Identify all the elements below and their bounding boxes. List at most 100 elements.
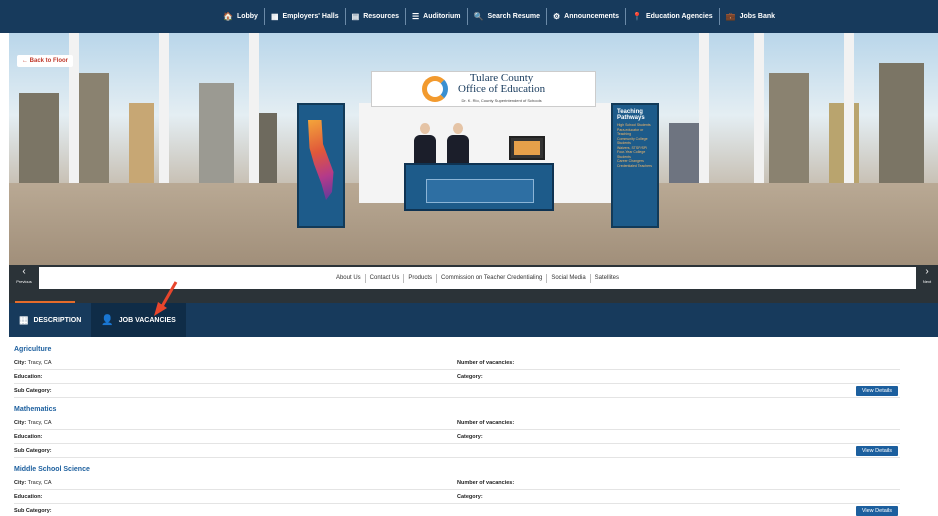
job-title-link[interactable]: Middle School Science xyxy=(14,466,900,476)
job-vacancies: Number of vacancies: xyxy=(457,359,515,366)
booth-menu-item[interactable]: About Us xyxy=(332,274,365,283)
job-row: Education: Category: xyxy=(14,490,900,504)
job-title-link[interactable]: Mathematics xyxy=(14,406,900,416)
nav-item-announcements[interactable]: ⚙ Announcements xyxy=(546,8,625,25)
booth-title: Tulare County Office of Education Dr. K.… xyxy=(458,71,546,106)
map-pin-icon: 📍 xyxy=(632,12,642,21)
nav-item-education-agencies[interactable]: 📍 Education Agencies xyxy=(625,8,719,25)
pathway-item[interactable]: Para-educator or Teaching xyxy=(617,128,657,137)
booth-menu-item[interactable]: Satellites xyxy=(589,273,623,283)
booth-sign: Tulare County Office of Education Dr. K.… xyxy=(371,71,596,107)
window-frame xyxy=(699,33,709,183)
booth-menu-item[interactable]: Commission on Teacher Credentialing xyxy=(436,273,546,283)
booth-scene: ← Back to Floor Tulare County Office of … xyxy=(9,33,938,265)
gear-icon: ⚙ xyxy=(553,12,561,21)
nav-label: Resources xyxy=(363,13,399,20)
job-item: Agriculture City: Tracy, CA Number of va… xyxy=(14,346,900,406)
teaching-pathways-panel[interactable]: Teaching Pathways High School Students Pa… xyxy=(611,103,659,228)
booth-menu-item[interactable]: Contact Us xyxy=(364,273,404,283)
chevron-right-icon: › xyxy=(925,266,929,277)
tab-description[interactable]: ▦ DESCRIPTION xyxy=(9,303,91,337)
tab-bar: ▦ DESCRIPTION 👤 JOB VACANCIES xyxy=(9,303,938,337)
skyline-building xyxy=(79,73,109,183)
previous-booth-button[interactable]: ‹ Previous xyxy=(9,265,39,291)
skyline-building xyxy=(769,73,809,183)
job-sub-category: Sub Category: xyxy=(14,387,52,394)
job-row: Sub Category: View Details xyxy=(14,444,900,458)
next-label: Next xyxy=(922,279,932,284)
annotation-arrow-icon xyxy=(154,281,178,316)
job-row: City: Tracy, CA Number of vacancies: xyxy=(14,416,900,430)
job-sub-category: Sub Category: xyxy=(14,447,52,454)
booth-counter xyxy=(404,163,554,211)
booth-representative[interactable] xyxy=(414,123,436,166)
job-vacancies-list: Agriculture City: Tracy, CA Number of va… xyxy=(14,346,900,516)
job-category: Category: xyxy=(457,373,483,380)
view-details-button[interactable]: View Details xyxy=(855,446,898,456)
nav-item-jobs-bank[interactable]: 💼 Jobs Bank xyxy=(718,8,781,25)
pathway-item[interactable]: Credentialed Teachers xyxy=(617,164,657,169)
job-row: Sub Category: View Details xyxy=(14,504,900,516)
list-icon: ☰ xyxy=(412,12,420,21)
building-icon: ▦ xyxy=(19,314,29,326)
building-icon: ▦ xyxy=(270,12,279,21)
briefcase-icon: 💼 xyxy=(725,12,736,21)
job-education: Education: xyxy=(14,433,43,440)
chevron-left-icon: ‹ xyxy=(22,266,26,277)
nav-item-auditorium[interactable]: ☰ Auditorium xyxy=(405,8,467,25)
job-education: Education: xyxy=(14,373,43,380)
booth-menu-item[interactable]: Products xyxy=(403,273,436,283)
next-booth-button[interactable]: › Next xyxy=(916,265,938,291)
job-city: City: Tracy, CA xyxy=(14,419,52,426)
window-frame xyxy=(754,33,764,183)
california-map-icon xyxy=(308,120,334,200)
pathway-item[interactable]: Community College Students xyxy=(617,137,657,146)
job-row: Education: Category: xyxy=(14,370,900,384)
skyline-building xyxy=(199,83,234,183)
job-row: Education: Category: xyxy=(14,430,900,444)
previous-label: Previous xyxy=(16,279,32,284)
window-frame xyxy=(159,33,169,183)
nav-label: Auditorium xyxy=(423,13,461,20)
job-row: City: Tracy, CA Number of vacancies: xyxy=(14,356,900,370)
skyline-building xyxy=(19,93,59,183)
job-city: City: Tracy, CA xyxy=(14,479,52,486)
back-to-floor-button[interactable]: ← Back to Floor xyxy=(17,55,74,67)
skyline-building xyxy=(129,103,154,183)
booth-menu-item[interactable]: Social Media xyxy=(546,273,589,283)
nav-label: Lobby xyxy=(236,13,258,20)
window-frame xyxy=(249,33,259,183)
job-row: Sub Category: View Details xyxy=(14,384,900,398)
pathways-title: Teaching Pathways xyxy=(617,109,645,121)
skyline-building xyxy=(669,123,699,183)
sign-subtitle: Dr. K. Rio, County Superintendent of Sch… xyxy=(461,97,542,103)
nav-label: Education Agencies xyxy=(645,13,713,20)
job-row: City: Tracy, CA Number of vacancies: xyxy=(14,476,900,490)
job-title-link[interactable]: Agriculture xyxy=(14,346,900,356)
view-details-button[interactable]: View Details xyxy=(855,506,898,516)
job-category: Category: xyxy=(457,493,483,500)
sign-line1: Tulare County xyxy=(469,71,534,84)
book-icon: ▤ xyxy=(351,12,360,21)
job-category: Category: xyxy=(457,433,483,440)
nav-item-lobby[interactable]: 🏠 Lobby xyxy=(217,8,264,25)
nav-label: Employers' Halls xyxy=(282,13,339,20)
user-icon: 👤 xyxy=(101,314,114,326)
nav-item-search-resume[interactable]: 🔍 Search Resume xyxy=(466,8,547,25)
nav-item-resources[interactable]: ▤ Resources xyxy=(344,8,405,25)
social-media-screen[interactable] xyxy=(509,136,545,160)
tab-strip-top xyxy=(9,291,938,303)
sign-line2: Office of Education xyxy=(458,82,546,95)
california-map-panel[interactable] xyxy=(297,103,345,228)
top-nav: 🏠 Lobby ▦ Employers' Halls ▤ Resources ☰ Audito… xyxy=(0,0,938,33)
booth-representative[interactable] xyxy=(447,123,469,166)
nav-label: Announcements xyxy=(564,13,620,20)
nav-item-employers-halls[interactable]: ▦ Employers' Halls xyxy=(263,8,345,25)
job-city: City: Tracy, CA xyxy=(14,359,52,366)
search-icon: 🔍 xyxy=(473,12,484,21)
video-gallery[interactable] xyxy=(426,179,534,203)
view-details-button[interactable]: View Details xyxy=(855,386,898,396)
nav-label: Jobs Bank xyxy=(739,13,776,20)
window-frame xyxy=(844,33,854,183)
pathway-item[interactable]: Four-Year College Students xyxy=(617,150,657,159)
